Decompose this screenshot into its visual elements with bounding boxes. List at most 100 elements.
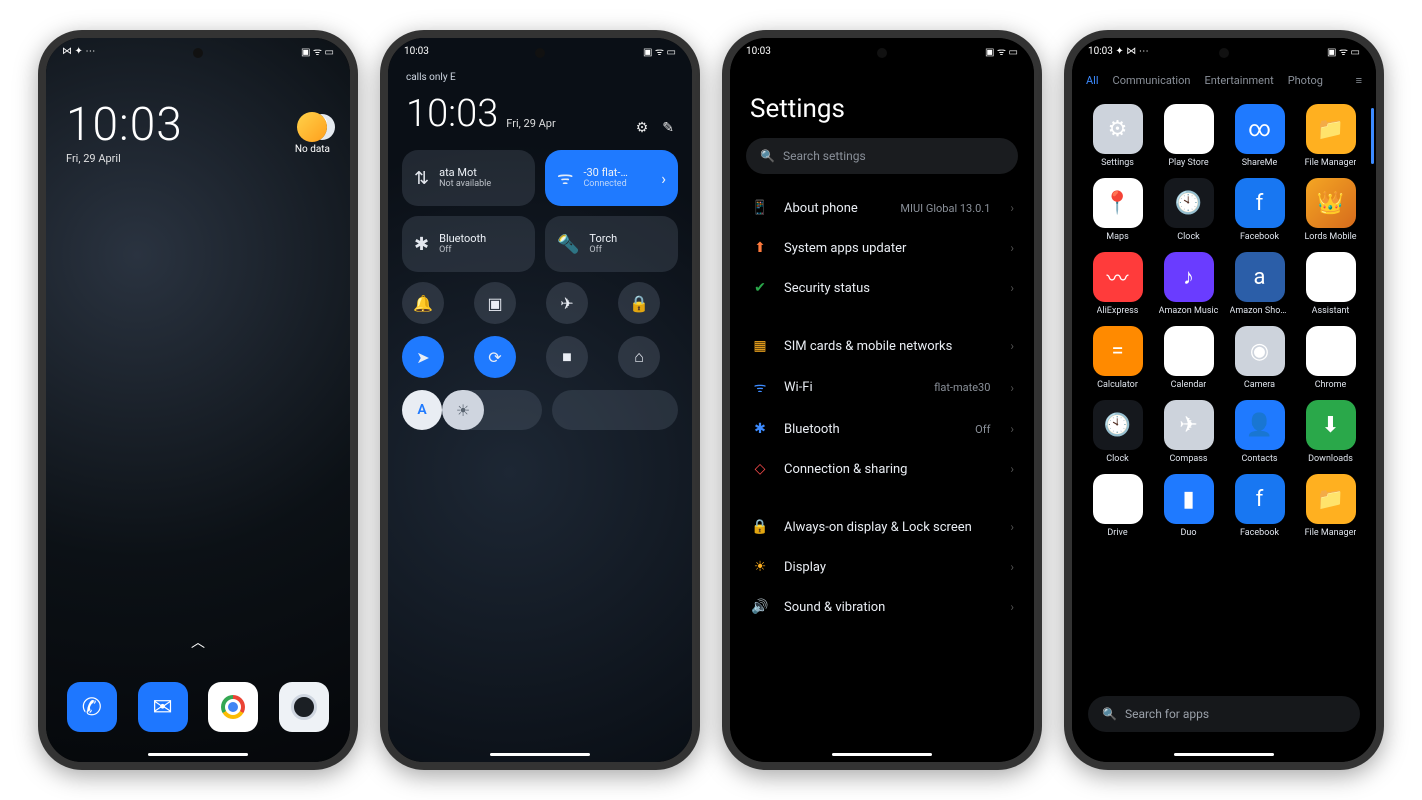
brightness-icon: ☀ bbox=[456, 401, 470, 420]
app-shareme[interactable]: ∞ShareMe bbox=[1228, 104, 1291, 168]
app-file-manager[interactable]: 📁File Manager bbox=[1299, 474, 1362, 538]
item-icon: ◇ bbox=[750, 461, 770, 477]
app-calendar[interactable]: 31Calendar bbox=[1157, 326, 1220, 390]
toggle-sound[interactable]: 🔔 bbox=[402, 282, 444, 324]
search-placeholder: Search for apps bbox=[1125, 707, 1209, 721]
app-clock[interactable]: 🕙Clock bbox=[1086, 400, 1149, 464]
app-amazon-shopping[interactable]: aAmazon Shopping bbox=[1228, 252, 1291, 316]
tile-title: Bluetooth bbox=[439, 232, 486, 245]
app-icon: ✦ bbox=[1306, 252, 1356, 302]
app-play-store[interactable]: ▶Play Store bbox=[1157, 104, 1220, 168]
settings-list[interactable]: 📱 About phone MIUI Global 13.0.1 ›⬆ Syst… bbox=[730, 188, 1034, 762]
scroll-indicator bbox=[1371, 108, 1374, 164]
chevron-right-icon: › bbox=[1010, 241, 1014, 255]
toggle-lock[interactable]: 🔒 bbox=[618, 282, 660, 324]
settings-item[interactable]: 📱 About phone MIUI Global 13.0.1 › bbox=[730, 188, 1034, 228]
item-label: Sound & vibration bbox=[784, 600, 976, 615]
settings-item[interactable]: ☀ Display › bbox=[730, 547, 1034, 587]
settings-item[interactable]: 🔒 Always-on display & Lock screen › bbox=[730, 507, 1034, 547]
toggle-rotation[interactable]: ⟳ bbox=[474, 336, 516, 378]
app-assistant[interactable]: ✦Assistant bbox=[1299, 252, 1362, 316]
drawer-hint-icon[interactable]: ︿ bbox=[191, 632, 205, 652]
toggle-airplane[interactable]: ✈ bbox=[546, 282, 588, 324]
app-icon: ● bbox=[1306, 326, 1356, 376]
tile-torch[interactable]: 🔦 TorchOff bbox=[545, 216, 678, 272]
settings-icon[interactable]: ⚙ bbox=[636, 120, 649, 136]
app-drive[interactable]: ▲Drive bbox=[1086, 474, 1149, 538]
app-facebook[interactable]: fFacebook bbox=[1228, 474, 1291, 538]
volume-slider[interactable] bbox=[552, 390, 678, 430]
app-calculator[interactable]: =Calculator bbox=[1086, 326, 1149, 390]
app-amazon-music[interactable]: ♪Amazon Music bbox=[1157, 252, 1220, 316]
toggle-scanner[interactable]: ⌂ bbox=[618, 336, 660, 378]
tab-entertainment[interactable]: Entertainment bbox=[1204, 74, 1273, 87]
tile-mobile-data[interactable]: ⇅ ata MotNot available bbox=[402, 150, 535, 206]
app-label: Chrome bbox=[1315, 380, 1347, 390]
app-contacts[interactable]: 👤Contacts bbox=[1228, 400, 1291, 464]
app-settings[interactable]: ⚙Settings bbox=[1086, 104, 1149, 168]
menu-icon[interactable]: ≡ bbox=[1356, 74, 1362, 87]
tab-photography[interactable]: Photog bbox=[1288, 74, 1323, 87]
gesture-bar[interactable] bbox=[148, 753, 248, 756]
app-label: Settings bbox=[1101, 158, 1134, 168]
clock-widget[interactable]: 10:03 Fri, 29 April bbox=[66, 98, 183, 165]
tile-bluetooth[interactable]: ✱ BluetoothOff bbox=[402, 216, 535, 272]
dock-phone[interactable]: ✆ bbox=[67, 682, 117, 732]
settings-item[interactable]: 🔊 Sound & vibration › bbox=[730, 587, 1034, 627]
dock-messages[interactable]: ✉ bbox=[138, 682, 188, 732]
settings-item[interactable]: ᯤ Wi-Fi flat-mate30 › bbox=[730, 366, 1034, 409]
drawer-tabs: All Communication Entertainment Photog ≡ bbox=[1086, 74, 1362, 87]
tile-title: Torch bbox=[589, 232, 617, 245]
app-chrome[interactable]: ● Chrome bbox=[1299, 326, 1362, 390]
chevron-right-icon: › bbox=[1010, 422, 1014, 436]
auto-brightness-button[interactable]: A bbox=[402, 390, 442, 430]
app-grid[interactable]: ⚙Settings▶Play Store∞ShareMe📁File Manage… bbox=[1086, 104, 1362, 538]
item-label: Wi-Fi bbox=[784, 380, 920, 395]
chevron-right-icon: › bbox=[661, 169, 666, 188]
settings-item[interactable]: ⬆ System apps updater › bbox=[730, 228, 1034, 268]
settings-search[interactable]: 🔍 Search settings bbox=[746, 138, 1018, 174]
tab-communication[interactable]: Communication bbox=[1113, 74, 1191, 87]
dock-camera[interactable] bbox=[279, 682, 329, 732]
item-icon: ᯤ bbox=[750, 378, 770, 397]
app-label: File Manager bbox=[1305, 158, 1357, 168]
settings-item[interactable]: ✔ Security status › bbox=[730, 268, 1034, 308]
app-aliexpress[interactable]: 〰 AliExpress bbox=[1086, 252, 1149, 316]
gesture-bar[interactable] bbox=[832, 753, 932, 756]
drawer-search[interactable]: 🔍 Search for apps bbox=[1088, 696, 1360, 732]
app-duo[interactable]: ▮Duo bbox=[1157, 474, 1220, 538]
app-maps[interactable]: 📍Maps bbox=[1086, 178, 1149, 242]
status-icons-right: ▣ ᯤ ▭ bbox=[985, 44, 1018, 58]
toggle-location[interactable]: ➤ bbox=[402, 336, 444, 378]
app-label: Contacts bbox=[1241, 454, 1277, 464]
gesture-bar[interactable] bbox=[490, 753, 590, 756]
app-downloads[interactable]: ⬇Downloads bbox=[1299, 400, 1362, 464]
edit-icon[interactable]: ✎ bbox=[662, 120, 674, 136]
toggle-screen-record[interactable]: ■ bbox=[546, 336, 588, 378]
dock-chrome[interactable] bbox=[208, 682, 258, 732]
app-clock[interactable]: 🕙Clock bbox=[1157, 178, 1220, 242]
tab-all[interactable]: All bbox=[1086, 74, 1099, 87]
app-icon: 〰 bbox=[1093, 252, 1143, 302]
tile-title: -30 flat-… bbox=[583, 166, 627, 179]
toggle-cast[interactable]: ▣ bbox=[474, 282, 516, 324]
settings-item[interactable]: ✱ Bluetooth Off › bbox=[730, 409, 1034, 449]
status-time: 10:03 bbox=[404, 46, 429, 57]
app-file-manager[interactable]: 📁File Manager bbox=[1299, 104, 1362, 168]
tile-wifi[interactable]: ᯤ -30 flat-…Connected › bbox=[545, 150, 678, 206]
app-camera[interactable]: ◉Camera bbox=[1228, 326, 1291, 390]
app-lords-mobile[interactable]: 👑Lords Mobile bbox=[1299, 178, 1362, 242]
home-wallpaper: 10:03 Fri, 29 April No data ︿ ✆ ✉ bbox=[46, 38, 350, 762]
gesture-bar[interactable] bbox=[1174, 753, 1274, 756]
settings-item[interactable]: ◇ Connection & sharing › bbox=[730, 449, 1034, 489]
app-label: AliExpress bbox=[1097, 306, 1139, 316]
brightness-slider[interactable]: ☀ bbox=[442, 390, 542, 430]
app-facebook[interactable]: fFacebook bbox=[1228, 178, 1291, 242]
weather-widget[interactable]: No data bbox=[295, 112, 330, 155]
app-compass[interactable]: ✈Compass bbox=[1157, 400, 1220, 464]
app-icon: = bbox=[1093, 326, 1143, 376]
settings-item[interactable]: ▦ SIM cards & mobile networks › bbox=[730, 326, 1034, 366]
item-icon: 🔊 bbox=[750, 599, 770, 615]
item-icon: ☀ bbox=[750, 559, 770, 575]
app-label: ShareMe bbox=[1242, 158, 1278, 168]
